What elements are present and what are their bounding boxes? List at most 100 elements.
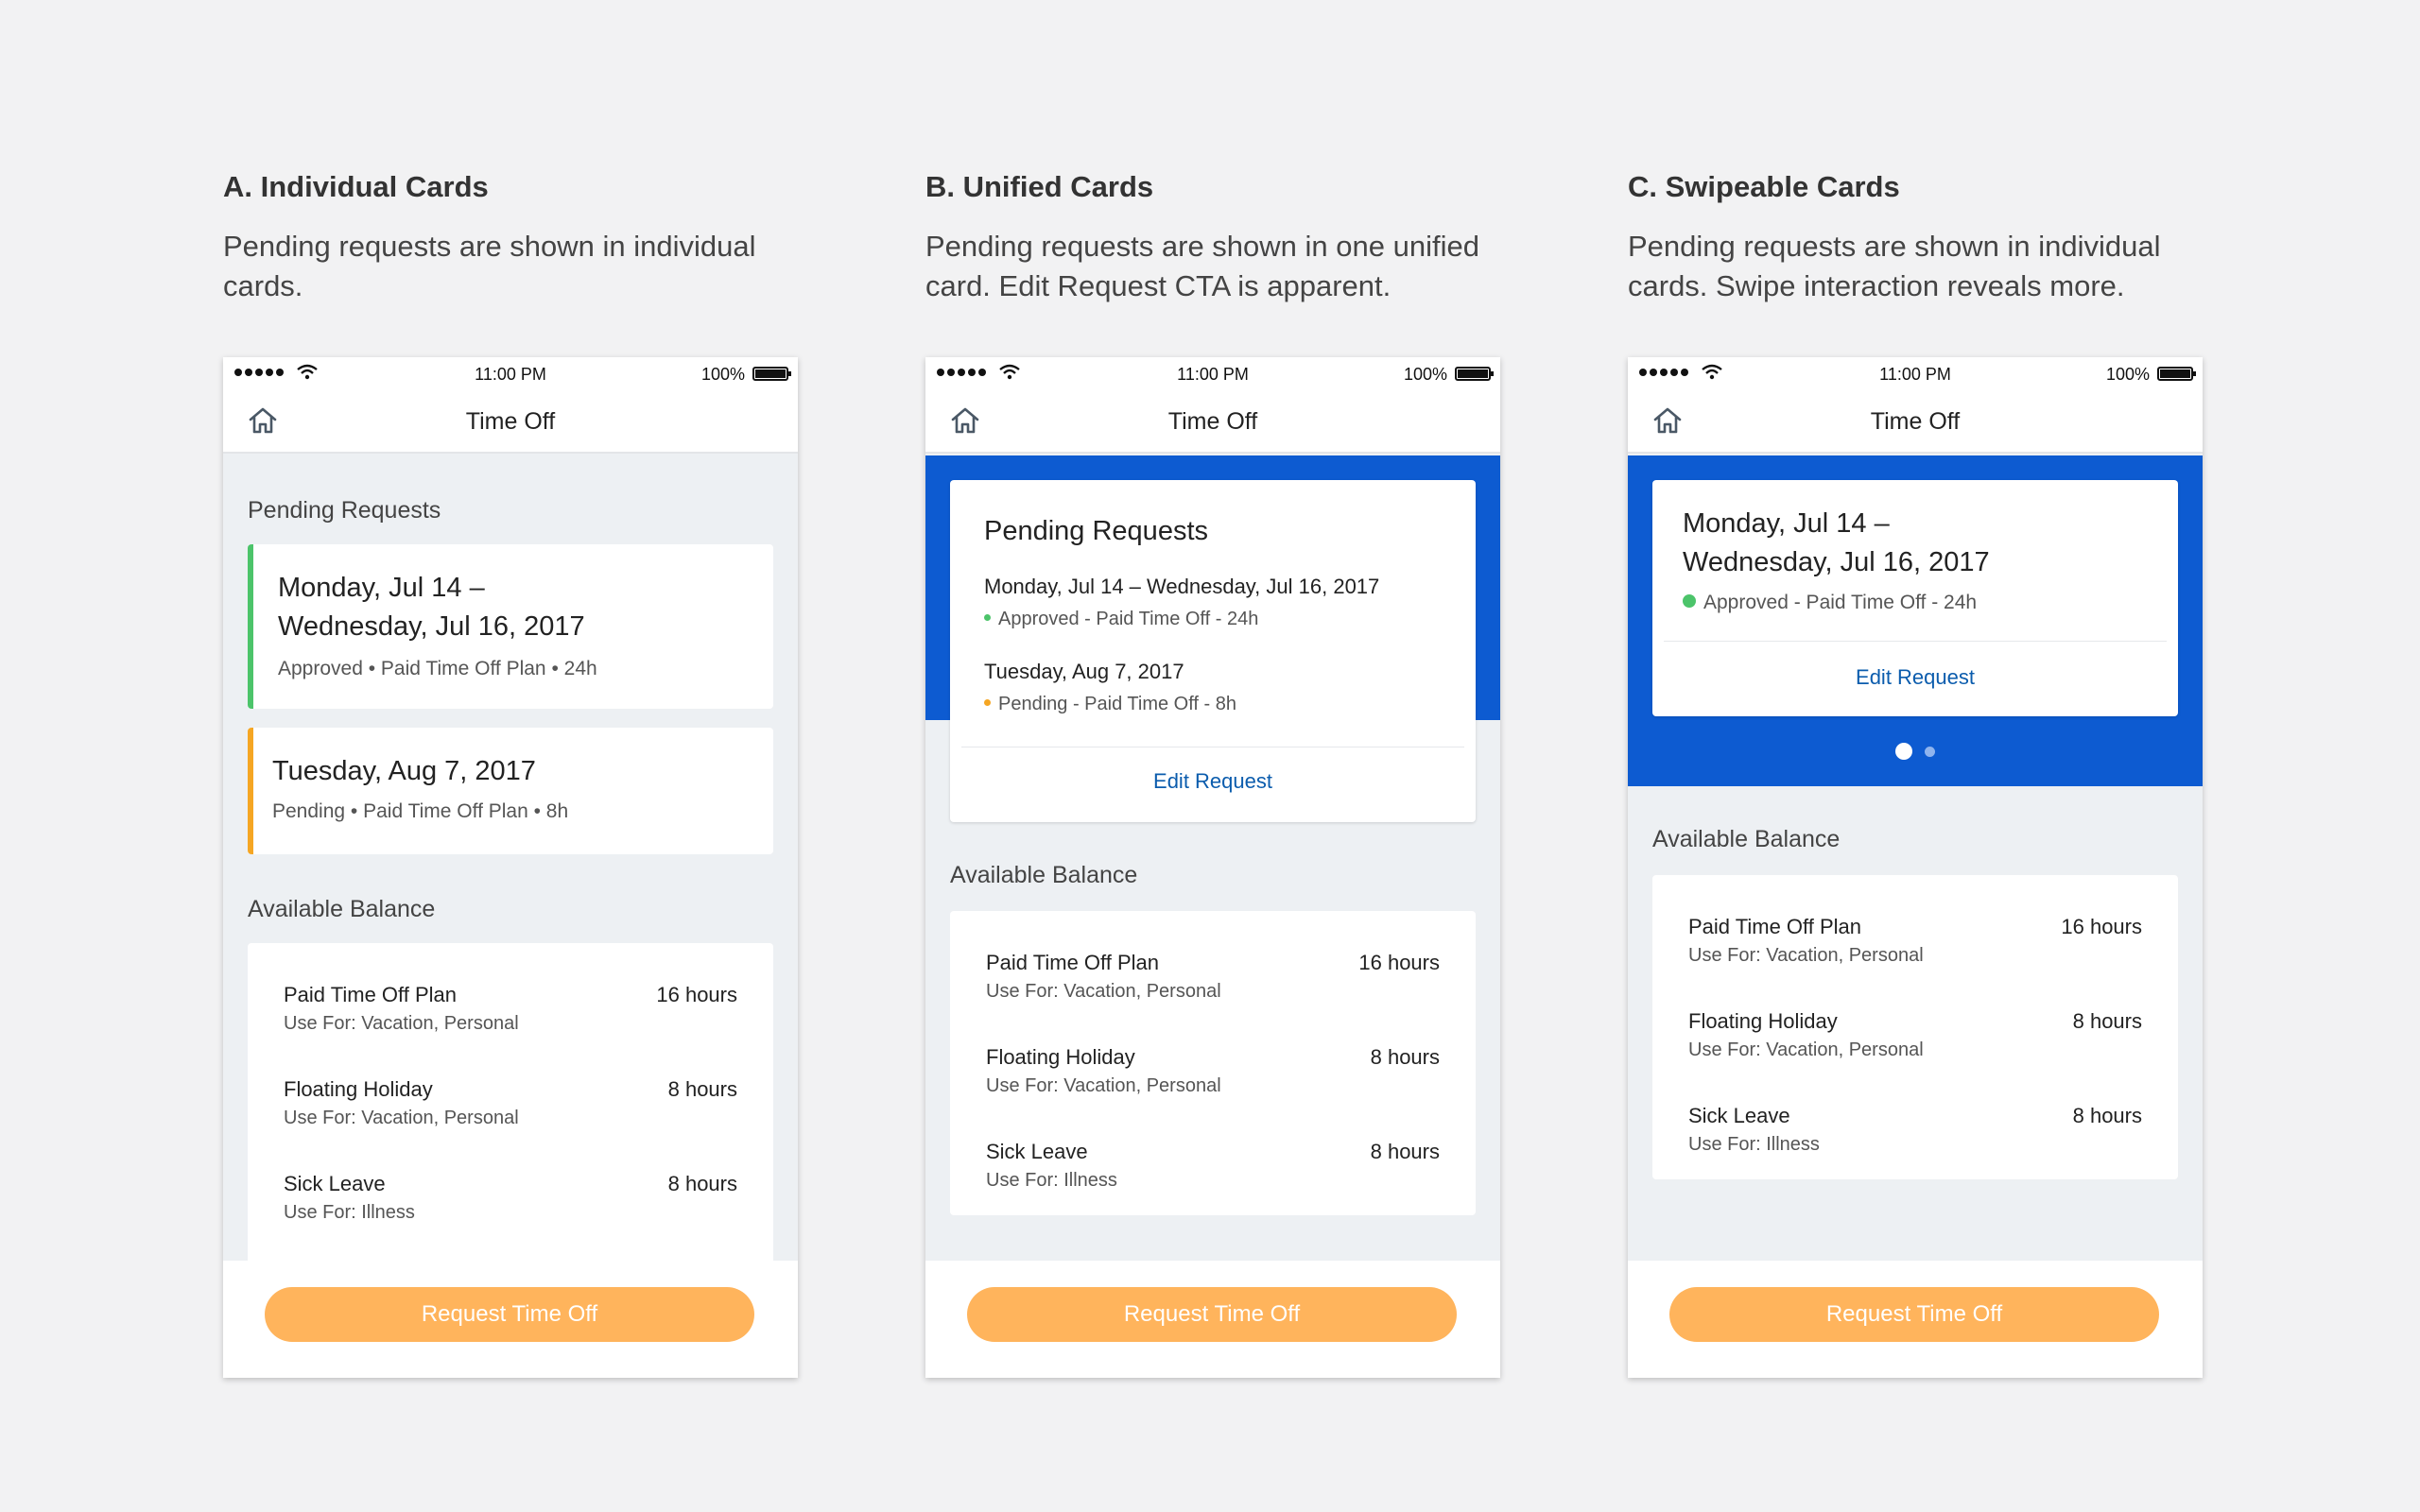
balance-hours: 8 hours (2072, 1104, 2142, 1127)
request-status-line: Approved - Paid Time Off - 24h (1683, 592, 1990, 614)
balance-card: Paid Time Off Plan Use For: Vacation, Pe… (950, 911, 1476, 1215)
request-card[interactable]: Tuesday, Aug 7, 2017 Pending • Paid Time… (248, 728, 773, 854)
request-date-line1: Tuesday, Aug 7, 2017 (272, 756, 536, 786)
status-bar-pending (248, 728, 253, 854)
approved-dot-icon (984, 614, 991, 622)
variant-c-heading: C. Swipeable Cards (1628, 170, 1900, 203)
balance-row[interactable]: Floating Holiday Use For: Vacation, Pers… (986, 1045, 1440, 1111)
variant-b-description: Pending requests are shown in one unifie… (925, 230, 1479, 302)
status-bar: 11:00 PM 100% (1628, 357, 2203, 389)
variant-a-description: Pending requests are shown in individual… (223, 230, 756, 302)
balance-use: Use For: Vacation, Personal (986, 1075, 1221, 1096)
page-indicator[interactable] (1628, 743, 2203, 760)
battery-percent: 100% (1403, 365, 1447, 384)
variant-b-heading: B. Unified Cards (925, 170, 1154, 203)
balance-hours: 8 hours (667, 1172, 737, 1195)
balance-use: Use For: Vacation, Personal (284, 1013, 519, 1034)
battery-icon (752, 367, 791, 381)
status-bar-approved (248, 544, 253, 709)
balance-name: Floating Holiday (986, 1045, 1135, 1069)
phone-c: 11:00 PM 100% Time Off Monday, Jul 14 – … (1628, 357, 2203, 1378)
balance-use: Use For: Illness (986, 1170, 1117, 1191)
page-title: Time Off (465, 408, 556, 435)
nav-bar: Time Off (1628, 389, 2203, 454)
page-dot (1924, 746, 1935, 757)
pending-requests-title: Pending Requests (248, 497, 441, 524)
nav-bar: Time Off (223, 389, 798, 454)
edit-request-link[interactable]: Edit Request (950, 769, 1476, 794)
available-balance-title: Available Balance (1652, 826, 1841, 852)
request-date-line1: Monday, Jul 14 – (1683, 508, 1890, 539)
balance-name: Paid Time Off Plan (986, 951, 1160, 974)
request-time-off-button[interactable]: Request Time Off (967, 1287, 1457, 1342)
request-status: Pending • Paid Time Off Plan • 8h (272, 800, 569, 822)
page-title: Time Off (1870, 408, 1961, 435)
battery-percent: 100% (700, 365, 745, 384)
balance-hours: 8 hours (2072, 1009, 2142, 1033)
request-status-line: Pending - Paid Time Off - 8h (984, 694, 1236, 715)
request-status: Pending - Paid Time Off - 8h (998, 694, 1236, 714)
balance-name: Sick Leave (284, 1172, 386, 1195)
balance-hours: 16 hours (2061, 915, 2142, 938)
footer: Request Time Off (223, 1261, 798, 1378)
balance-row[interactable]: Paid Time Off Plan Use For: Vacation, Pe… (284, 983, 737, 1049)
request-time-off-button[interactable]: Request Time Off (265, 1287, 754, 1342)
request-date: Monday, Jul 14 – Wednesday, Jul 16, 2017 (984, 575, 1380, 598)
balance-card: Paid Time Off Plan Use For: Vacation, Pe… (1652, 875, 2178, 1179)
balance-row[interactable]: Paid Time Off Plan Use For: Vacation, Pe… (986, 951, 1440, 1017)
balance-name: Floating Holiday (1688, 1009, 1838, 1033)
balance-name: Paid Time Off Plan (1688, 915, 1862, 938)
footer: Request Time Off (925, 1261, 1500, 1378)
balance-use: Use For: Vacation, Personal (284, 1108, 519, 1128)
request-item[interactable]: Tuesday, Aug 7, 2017 Pending - Paid Time… (984, 660, 1236, 715)
request-date-line1: Monday, Jul 14 – (278, 573, 485, 603)
balance-row[interactable]: Sick Leave Use For: Illness 8 hours (284, 1172, 737, 1238)
footer: Request Time Off (1628, 1261, 2203, 1378)
pending-requests-card: Pending Requests Monday, Jul 14 – Wednes… (950, 480, 1476, 822)
balance-hours: 16 hours (1358, 951, 1440, 974)
battery-percent: 100% (2105, 365, 2150, 384)
balance-use: Use For: Illness (1688, 1134, 1820, 1155)
request-date-line2: Wednesday, Jul 16, 2017 (1683, 547, 1990, 577)
balance-row[interactable]: Floating Holiday Use For: Vacation, Pers… (1688, 1009, 2142, 1075)
balance-name: Sick Leave (986, 1140, 1088, 1163)
request-status: Approved • Paid Time Off Plan • 24h (278, 658, 597, 679)
request-date-line2: Wednesday, Jul 16, 2017 (278, 611, 585, 642)
status-bar: 11:00 PM 100% (925, 357, 1500, 389)
balance-name: Floating Holiday (284, 1077, 433, 1101)
edit-request-link[interactable]: Edit Request (1652, 665, 2178, 690)
variant-c-description: Pending requests are shown in individual… (1628, 230, 2161, 302)
balance-name: Paid Time Off Plan (284, 983, 458, 1006)
page-dot-active (1895, 743, 1913, 760)
balance-row[interactable]: Paid Time Off Plan Use For: Vacation, Pe… (1688, 915, 2142, 981)
pending-requests-title: Pending Requests (984, 516, 1208, 546)
balance-hours: 8 hours (667, 1077, 737, 1101)
phone-a: 11:00 PM 100% Time Off Pending Requests … (223, 357, 798, 1378)
nav-bar: Time Off (925, 389, 1500, 454)
request-time-off-button[interactable]: Request Time Off (1669, 1287, 2159, 1342)
battery-icon (2157, 367, 2196, 381)
balance-row[interactable]: Floating Holiday Use For: Vacation, Pers… (284, 1077, 737, 1143)
pending-dot-icon (984, 699, 991, 707)
request-item[interactable]: Monday, Jul 14 – Wednesday, Jul 16, 2017… (984, 575, 1379, 630)
request-date: Tuesday, Aug 7, 2017 (984, 660, 1184, 683)
variant-a-heading: A. Individual Cards (223, 170, 489, 203)
approved-dot-icon (1683, 594, 1696, 609)
available-balance-title: Available Balance (248, 896, 436, 922)
battery-icon (1455, 367, 1494, 381)
status-bar: 11:00 PM 100% (223, 357, 798, 389)
balance-hours: 8 hours (1370, 1045, 1440, 1069)
balance-hours: 8 hours (1370, 1140, 1440, 1163)
request-status: Approved - Paid Time Off - 24h (1703, 592, 1978, 613)
swipeable-request-card[interactable]: Monday, Jul 14 – Wednesday, Jul 16, 2017… (1652, 480, 2178, 716)
balance-row[interactable]: Sick Leave Use For: Illness 8 hours (986, 1140, 1440, 1206)
divider (1664, 641, 2167, 642)
balance-use: Use For: Vacation, Personal (986, 981, 1221, 1002)
request-card[interactable]: Monday, Jul 14 – Wednesday, Jul 16, 2017… (248, 544, 773, 709)
request-status-line: Approved - Paid Time Off - 24h (984, 609, 1379, 630)
balance-row[interactable]: Sick Leave Use For: Illness 8 hours (1688, 1104, 2142, 1170)
balance-use: Use For: Illness (284, 1202, 415, 1223)
request-status: Approved - Paid Time Off - 24h (998, 609, 1259, 629)
balance-use: Use For: Vacation, Personal (1688, 1040, 1924, 1060)
balance-card: Paid Time Off Plan Use For: Vacation, Pe… (248, 943, 773, 1283)
